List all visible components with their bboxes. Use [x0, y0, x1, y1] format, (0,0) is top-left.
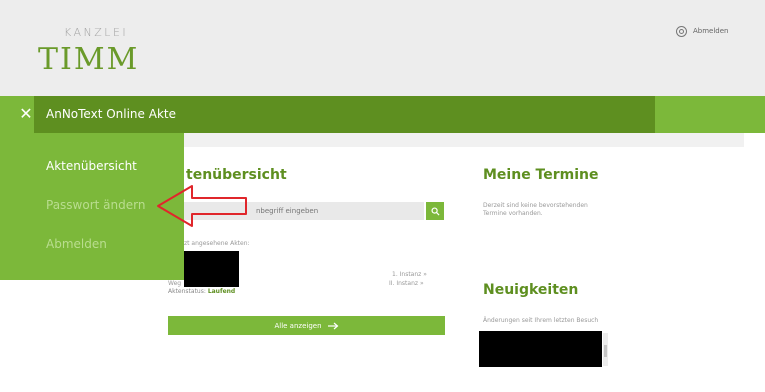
logout-label: Abmelden — [693, 27, 729, 35]
news-title: Neuigkeiten — [483, 282, 579, 298]
appointments-title: Meine Termine — [483, 167, 599, 183]
content-top-strip — [184, 133, 744, 147]
redacted-file-entry — [184, 251, 239, 287]
menu-item-files-overview[interactable]: Aktenübersicht — [46, 158, 137, 174]
app-title: AnNoText Online Akte — [46, 107, 176, 121]
first-instance-link[interactable]: 1. Instanz » — [392, 271, 427, 279]
close-icon[interactable]: ✕ — [18, 105, 34, 123]
files-overview-title: tenübersicht — [186, 167, 287, 183]
logo-kanzlei: KANZLEI — [64, 26, 129, 39]
file-status: Aktenstatus: Laufend — [168, 288, 235, 295]
show-all-button[interactable]: Alle anzeigen — [168, 316, 445, 335]
news-scrollbar-thumb[interactable] — [604, 345, 607, 357]
logout-link[interactable]: Abmelden — [676, 24, 729, 38]
status-label: Aktenstatus: — [168, 288, 206, 295]
status-value: Laufend — [207, 288, 236, 295]
search-input[interactable] — [184, 202, 424, 220]
search-icon — [430, 206, 440, 216]
second-instance-link[interactable]: II. Instanz » — [389, 280, 424, 288]
arrow-right-icon — [327, 322, 338, 329]
logo-timm[interactable]: TIMM — [38, 42, 139, 77]
search-button[interactable] — [426, 202, 444, 220]
power-icon — [676, 25, 687, 37]
recent-files-label: zt angesehene Akten: — [184, 240, 250, 247]
appointments-text: Derzeit sind keine bevorstehenden Termin… — [483, 202, 588, 217]
menu-item-change-password[interactable]: Passwort ändern — [46, 197, 145, 213]
menu-item-logout[interactable]: Abmelden — [46, 236, 107, 252]
status-cut-text: Weg — [168, 280, 182, 287]
redacted-news-entry — [479, 331, 602, 367]
news-subtitle: Änderungen seit Ihrem letzten Besuch — [483, 317, 599, 324]
show-all-label: Alle anzeigen — [274, 321, 322, 330]
